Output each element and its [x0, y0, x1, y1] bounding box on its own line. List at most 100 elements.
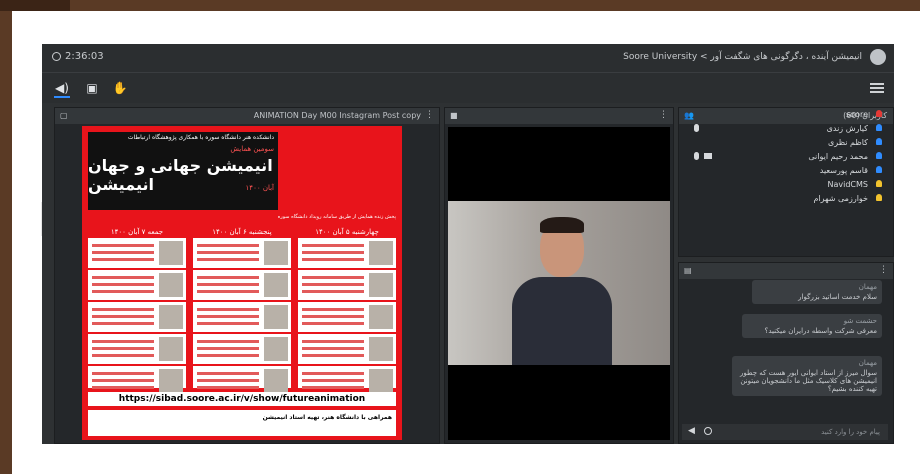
poster-footer-text: همراهی با دانشگاه هنر، تهیه استاد انیمیش…: [262, 414, 392, 421]
speaker-body: [512, 277, 612, 365]
more-options-icon[interactable]: ⋮: [425, 110, 434, 120]
raise-hand-icon[interactable]: ✋: [112, 80, 128, 96]
user-row[interactable]: NavidCMS: [682, 178, 890, 192]
user-name: کیارش زندی: [826, 124, 868, 133]
chat-sender: حشمت شو: [843, 317, 877, 325]
speaker-photo: [264, 241, 288, 265]
poster-header: دانشکده هنر دانشگاه سوره با همکاری پژوهش…: [88, 132, 278, 210]
video-options-icon[interactable]: ⋮: [659, 110, 668, 120]
chat-sender: مهمان: [858, 359, 877, 367]
chat-text: سوال میرز از استاد ایوانی ایور هست که چط…: [739, 369, 877, 393]
university-logo: [870, 49, 886, 65]
speaker-photo: [159, 337, 183, 361]
speaker-photo: [264, 305, 288, 329]
speaker-row: [193, 302, 291, 334]
elapsed-time: 2:36:03: [65, 51, 104, 62]
user-icon: [876, 124, 882, 131]
speaker-row: [298, 238, 396, 270]
toolbar: ◀) ▣ ✋: [42, 73, 894, 103]
user-row[interactable]: کیارش زندی: [682, 122, 890, 136]
speaker-row: [298, 334, 396, 366]
send-icon[interactable]: ◀: [688, 426, 695, 436]
speaker-row: [88, 238, 186, 270]
speaker-photo: [159, 305, 183, 329]
poster-date: آبان ۱۴۰۰: [245, 184, 274, 192]
speaker-photo: [159, 273, 183, 297]
speaker-photo: [264, 369, 288, 393]
chat-placeholder: پیام خود را وارد کنید: [821, 428, 880, 436]
speaker-photo: [369, 241, 393, 265]
poster-day-label: چهارشنبه ۵ آبان ۱۴۰۰: [298, 226, 396, 238]
user-name: قاسم پورسعید: [819, 166, 868, 175]
user-icon: [876, 138, 882, 145]
speaker-icon[interactable]: ◀): [54, 80, 70, 98]
speaker-photo: [369, 337, 393, 361]
speaker-row: [193, 270, 291, 302]
mic-icon: [694, 124, 699, 132]
speaker-row: [88, 302, 186, 334]
user-icon: [876, 180, 882, 187]
outer-frame-top: [0, 0, 920, 11]
user-row[interactable]: خوارزمی شهرام: [682, 192, 890, 206]
speaker-photo: [264, 273, 288, 297]
speaker-photo: [369, 305, 393, 329]
poster-day-column: چهارشنبه ۵ آبان ۱۴۰۰: [298, 226, 396, 398]
chat-message: مهمان سلام خدمت اساتید بزرگوار: [752, 280, 882, 304]
speaker-photo: [369, 369, 393, 393]
user-row[interactable]: قاسم پورسعید: [682, 164, 890, 178]
user-name: NavidCMS: [827, 180, 869, 189]
speaker-photo: [264, 337, 288, 361]
mic-icon: [694, 152, 699, 160]
speaker-row: [298, 302, 396, 334]
poster-day-column: جمعه ۷ آبان ۱۴۰۰: [88, 226, 186, 398]
chat-text: سلام خدمت اساتید بزرگوار: [798, 293, 877, 301]
menu-icon[interactable]: [870, 83, 884, 93]
speaker-row: [193, 334, 291, 366]
user-row[interactable]: کاظم نظری: [682, 136, 890, 150]
speaker-row: [193, 238, 291, 270]
speaker-photo: [159, 369, 183, 393]
camera-icon: ■: [450, 111, 458, 120]
speaker-video: [448, 127, 670, 440]
poster-day-label: جمعه ۷ آبان ۱۴۰۰: [88, 226, 186, 238]
event-poster: دانشکده هنر دانشگاه سوره با همکاری پژوهش…: [82, 126, 402, 440]
emoji-icon[interactable]: [704, 427, 712, 435]
poster-header-sub: سومین همایش: [230, 145, 274, 153]
poster-header-small: دانشکده هنر دانشگاه سوره با همکاری پژوهش…: [127, 134, 274, 141]
share-screen-icon[interactable]: ▣: [84, 80, 100, 96]
speaker-row: [298, 270, 396, 302]
poster-footer: همراهی با دانشگاه هنر، تهیه استاد انیمیش…: [88, 410, 396, 436]
outer-frame-notch: [0, 0, 70, 11]
clock-icon: [52, 52, 61, 61]
user-name: محمد رحیم ایوانی: [808, 152, 868, 161]
user-row[interactable]: soore: [682, 108, 890, 122]
presentation-icon: ▢: [60, 111, 68, 120]
conference-app: 2:36:03 Soore University < انیمیشن آینده…: [42, 44, 894, 444]
speaker-photo: [159, 241, 183, 265]
speaker-photo: [369, 273, 393, 297]
user-icon: [876, 152, 882, 159]
user-icon: [876, 166, 882, 173]
breadcrumb: Soore University < انیمیشن آینده ، دگرگو…: [623, 52, 862, 62]
camera-icon: [704, 153, 712, 159]
user-name: خوارزمی شهرام: [813, 194, 868, 203]
chat-message: مهمان سوال میرز از استاد ایوانی ایور هست…: [732, 356, 882, 396]
poster-note: پخش زنده همایش از طریق سامانه رویداد دان…: [277, 214, 396, 220]
event-url: https://sibad.soore.ac.ir/v/show/futurea…: [88, 392, 396, 406]
user-icon: [876, 110, 882, 117]
user-name: soore: [846, 110, 868, 119]
topbar: 2:36:03 Soore University < انیمیشن آینده…: [42, 44, 894, 73]
outer-frame-left: [0, 11, 12, 474]
speaker-row: [88, 270, 186, 302]
user-icon: [876, 194, 882, 201]
speaker-row: [88, 334, 186, 366]
chat-input[interactable]: ◀ پیام خود را وارد کنید: [682, 424, 888, 440]
video-header: ■ ⋮: [445, 108, 673, 124]
speaker-hair: [540, 217, 584, 233]
user-name: کاظم نظری: [828, 138, 868, 147]
user-row[interactable]: محمد رحیم ایوانی: [682, 150, 890, 164]
presentation-header: ▢ ANIMATION Day M00 Instagram Post copy …: [55, 108, 439, 124]
session-timer: 2:36:03: [52, 51, 104, 62]
user-list: soore کیارش زندی کاظم نظری محمد رحیم ایو…: [682, 108, 890, 260]
chat-message: حشمت شو معرفی شرکت واسطه درایران میکنید؟: [742, 314, 882, 338]
